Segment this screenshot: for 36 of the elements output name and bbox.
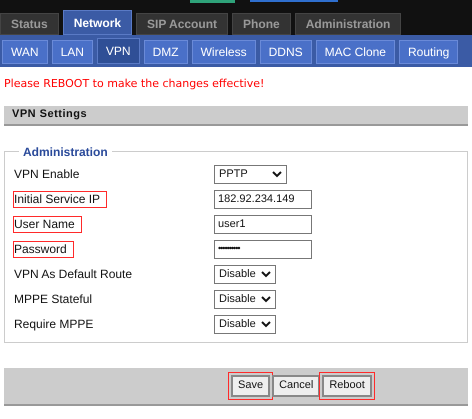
chevron-down-icon (261, 296, 271, 302)
dropdown[interactable]: PPTP (214, 164, 287, 184)
sub-tab[interactable]: Routing (398, 40, 458, 64)
field-label: User Name (13, 216, 82, 233)
sub-tab[interactable]: WAN (2, 40, 48, 64)
reboot-notice: Please REBOOT to make the changes effective! (3, 76, 266, 92)
sub-tab[interactable]: MAC Clone (316, 40, 395, 64)
sub-tab[interactable]: VPN (96, 38, 140, 64)
field-label: Password (13, 241, 74, 258)
action-button[interactable]: Reboot (322, 374, 372, 396)
section-title: VPN Settings (12, 107, 88, 122)
sub-tab[interactable]: DDNS (260, 40, 312, 64)
field-label: Require MPPE (13, 316, 94, 333)
main-tab[interactable]: Status (0, 13, 59, 35)
password-field[interactable]: •••••••••• (214, 240, 312, 258)
sub-tab[interactable]: LAN (52, 40, 93, 64)
input-field[interactable]: user1 (214, 214, 312, 234)
input-field[interactable]: 182.92.234.149 (214, 190, 312, 208)
field-label: VPN As Default Route (13, 266, 134, 283)
action-button[interactable]: Save (231, 374, 270, 396)
dropdown[interactable]: Disable (214, 314, 276, 334)
main-tab[interactable]: SIP Account (136, 13, 228, 35)
field-label: VPN Enable (13, 166, 80, 183)
chevron-down-icon (261, 270, 271, 278)
chevron-down-icon (272, 170, 282, 178)
field-label: MPPE Stateful (13, 291, 94, 308)
chevron-down-icon (261, 320, 271, 328)
main-tab[interactable]: Phone (232, 13, 291, 35)
main-tab[interactable]: Network (62, 10, 132, 35)
field-label: Initial Service IP (13, 191, 108, 208)
dropdown[interactable]: Disable (214, 290, 276, 308)
main-tab[interactable]: Administration (294, 13, 402, 35)
action-button[interactable]: Cancel (272, 374, 320, 396)
sub-tab[interactable]: Wireless (192, 40, 256, 64)
sub-tab[interactable]: DMZ (144, 40, 188, 64)
dropdown[interactable]: Disable (214, 264, 276, 284)
